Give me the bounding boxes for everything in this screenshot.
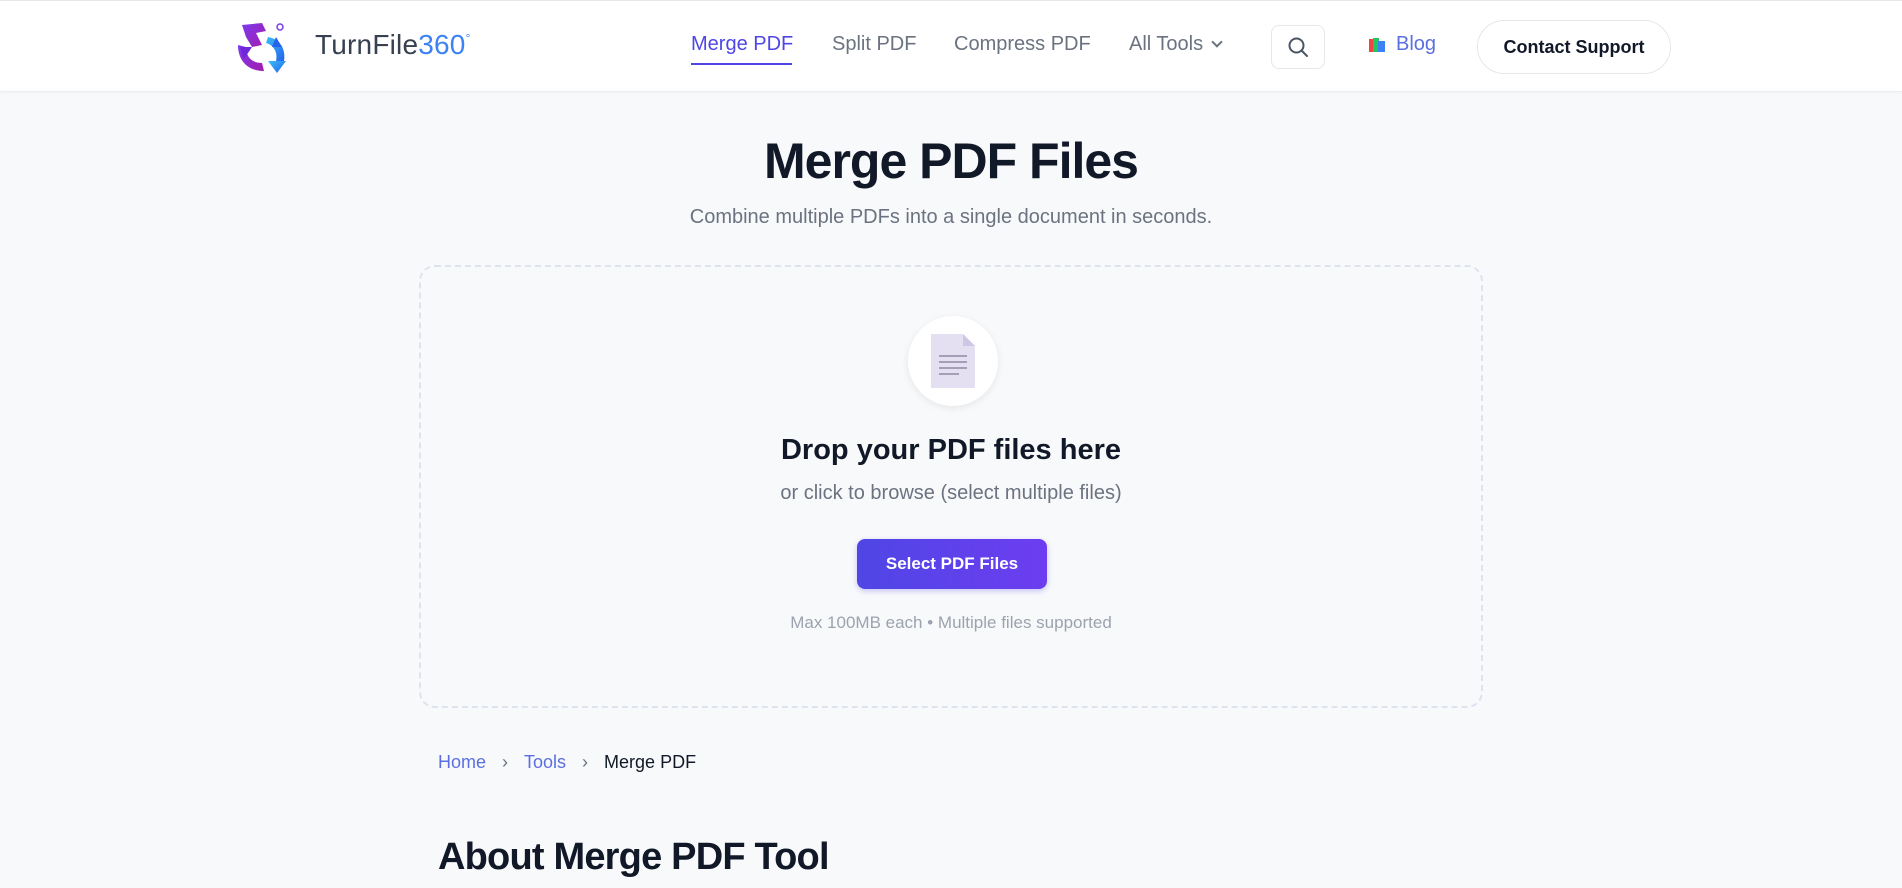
brand-name[interactable]: TurnFile360° [315, 29, 471, 61]
breadcrumb-tools[interactable]: Tools [524, 752, 566, 773]
nav-merge-pdf[interactable]: Merge PDF [691, 33, 793, 56]
nav-blog[interactable]: Blog [1368, 33, 1436, 56]
upload-limit-note: Max 100MB each • Multiple files supporte… [790, 613, 1112, 632]
brand-text: TurnFile [315, 29, 419, 60]
page-subtitle: Combine multiple PDFs into a single docu… [689, 206, 1213, 228]
nav-split-pdf[interactable]: Split PDF [832, 33, 916, 56]
search-icon [1288, 37, 1308, 57]
breadcrumb-current: Merge PDF [604, 752, 697, 772]
about-section-title: About Merge PDF Tool [438, 836, 830, 878]
nav-compress-pdf[interactable]: Compress PDF [954, 33, 1091, 56]
dropzone-subtitle: or click to browse (select multiple file… [780, 482, 1122, 504]
page-title: Merge PDF Files [764, 133, 1139, 189]
chevron-down-icon [1211, 36, 1223, 48]
turnfile-logo-icon[interactable] [232, 17, 292, 77]
dropzone-title: Drop your PDF files here [780, 434, 1121, 466]
site-header: TurnFile360° Merge PDF Split PDF Compres… [0, 0, 1902, 92]
contact-support-button[interactable]: Contact Support [1477, 20, 1671, 74]
document-icon-badge [908, 316, 998, 406]
nav-all-tools-label: All Tools [1129, 33, 1204, 55]
search-button[interactable] [1271, 25, 1325, 69]
brand-number: 360 [418, 29, 466, 60]
brand-mark: ° [465, 31, 471, 45]
breadcrumb-home[interactable]: Home [438, 752, 486, 773]
active-nav-underline [691, 63, 792, 65]
nav-all-tools[interactable]: All Tools [1129, 33, 1223, 56]
books-icon [1368, 36, 1386, 54]
select-pdf-files-button[interactable]: Select PDF Files [857, 539, 1047, 589]
breadcrumb: Home › Tools › Merge PDF [438, 752, 696, 773]
breadcrumb-separator: › [502, 752, 509, 772]
document-icon [931, 334, 975, 388]
blog-label: Blog [1396, 33, 1437, 55]
breadcrumb-separator: › [582, 752, 589, 772]
file-dropzone[interactable]: Drop your PDF files here or click to bro… [419, 265, 1483, 708]
